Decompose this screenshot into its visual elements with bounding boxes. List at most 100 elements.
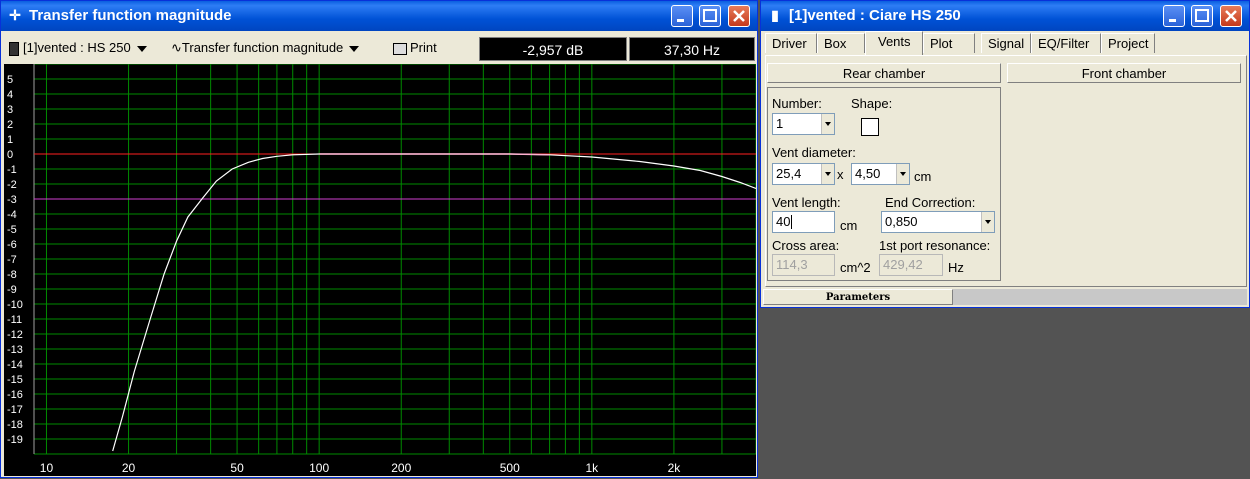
minimize-button[interactable] [1163,5,1185,27]
y-tick-label: -8 [7,269,17,281]
tab-eq-filter[interactable]: EQ/Filter [1031,33,1101,53]
port-resonance-field: 429,42 [879,254,943,276]
print-button[interactable]: Print [393,39,437,57]
port-resonance-value: 429,42 [883,257,923,272]
minimize-icon [1169,19,1176,22]
printer-icon [393,42,407,55]
y-tick-label: -10 [7,299,23,311]
close-button[interactable] [1220,5,1242,27]
y-tick-label: -9 [7,284,17,296]
y-tick-label: -1 [7,164,17,176]
vent-diameter-1-combo[interactable]: 25,4 [772,163,835,185]
project-select-value: [1]vented : HS 250 [23,40,131,55]
x-tick-label: 2k [668,461,682,475]
y-tick-label: -7 [7,254,17,266]
end-correction-value: 0,850 [885,214,918,229]
passband-highlight [319,153,550,156]
text-caret [791,215,792,229]
y-tick-label: -17 [7,404,23,416]
port-resonance-label: 1st port resonance: [879,238,991,253]
close-button[interactable] [728,5,750,27]
maximize-icon [703,9,717,22]
y-tick-label: 0 [7,149,13,161]
chevron-down-icon [136,45,147,52]
chevron-down-icon[interactable] [896,164,909,184]
vent-length-input[interactable]: 40 [772,211,835,233]
tab-vents[interactable]: Vents [865,31,923,55]
parameters-tab[interactable]: Parameters [763,289,953,305]
y-tick-label: -3 [7,194,17,206]
y-tick-label: 5 [7,74,13,86]
y-tick-label: -12 [7,329,23,341]
maximize-icon [1195,9,1209,22]
port-resonance-unit: Hz [948,260,964,275]
tab-box[interactable]: Box [817,33,865,53]
number-value: 1 [776,116,784,131]
print-label: Print [410,40,437,55]
tab-project[interactable]: Project [1101,33,1155,53]
transfer-function-plot[interactable]: 5 4 3 2 1 0 -1 -2 -3 -4 -5 -6 -7 -8 -9 -10 -11 -12 -13 -14-… [4,63,757,476]
y-tick-label: -15 [7,374,23,386]
plot-type-value: Transfer function magnitude [181,40,344,55]
tab-driver[interactable]: Driver [765,33,817,53]
y-tick-label: -19 [7,434,23,446]
tab-plot[interactable]: Plot [923,33,975,53]
hz-readout: 37,30 Hz [629,37,755,61]
end-correction-combo[interactable]: 0,850 [881,211,995,233]
right-title-bar[interactable]: ▮ [1]vented : Ciare HS 250 [761,1,1249,31]
minimize-icon [677,19,684,22]
shape-selector[interactable] [861,118,879,136]
chevron-down-icon[interactable] [821,164,834,184]
y-tick-label: -18 [7,419,23,431]
cross-area-value: 114,3 [776,257,808,272]
end-correction-label: End Correction: [885,195,976,210]
y-tick-label: -6 [7,239,17,251]
vent-length-unit: cm [840,218,858,233]
chevron-down-icon[interactable] [981,212,994,232]
chart-svg[interactable]: 543210-1-2-3-4-5-6-7-8-9-10-11-12-13-14-… [4,63,757,476]
vent-diameter-label: Vent diameter: [772,145,856,160]
y-tick-label: -4 [7,209,17,221]
y-tick-label: -2 [7,179,17,191]
crosshair-icon: ✛ [9,7,21,23]
rear-chamber-button[interactable]: Rear chamber [767,63,1001,83]
speaker-icon: ▮ [771,7,779,23]
transfer-function-window: ✛ Transfer function magnitude [1]vented … [0,0,758,478]
shape-label: Shape: [851,96,893,111]
chevron-down-icon [349,45,360,52]
vent-diameter-2-value: 4,50 [855,166,881,181]
chevron-down-icon[interactable] [821,114,834,134]
plot-toolbar: [1]vented : HS 250 ∿Transfer function ma… [5,35,755,61]
x-tick-label: 100 [309,461,329,475]
y-tick-label: -13 [7,344,23,356]
left-window-title: Transfer function magnitude [29,7,232,24]
wave-icon: ∿ [171,40,182,55]
speaker-icon [9,41,19,56]
db-readout: -2,957 dB [479,37,627,61]
tab-signal[interactable]: Signal [981,33,1031,53]
left-title-bar[interactable]: ✛ Transfer function magnitude [1,1,757,31]
front-chamber-button[interactable]: Front chamber [1007,63,1241,83]
minimize-button[interactable] [671,5,693,27]
times-symbol: x [837,167,844,182]
x-tick-label: 10 [40,461,54,475]
plot-type-select[interactable]: ∿Transfer function magnitude [171,39,360,57]
vent-length-label: Vent length: [772,195,841,210]
x-tick-label: 50 [230,461,244,475]
vent-diameter-1-value: 25,4 [776,166,802,181]
maximize-button[interactable] [1191,5,1213,27]
y-tick-label: 3 [7,104,13,116]
number-combo[interactable]: 1 [772,113,835,135]
close-icon [733,10,745,22]
project-select[interactable]: [1]vented : HS 250 [9,39,147,57]
maximize-button[interactable] [699,5,721,27]
x-tick-label: 200 [391,461,411,475]
cross-area-unit: cm^2 [840,260,871,275]
status-bar: Parameters [763,289,1247,305]
vent-diameter-unit: cm [914,169,932,184]
vent-diameter-2-combo[interactable]: 4,50 [851,163,910,185]
y-tick-label: 4 [7,89,13,101]
close-icon [1225,10,1237,22]
right-window-title: [1]vented : Ciare HS 250 [789,7,961,24]
y-tick-label: -5 [7,224,17,236]
